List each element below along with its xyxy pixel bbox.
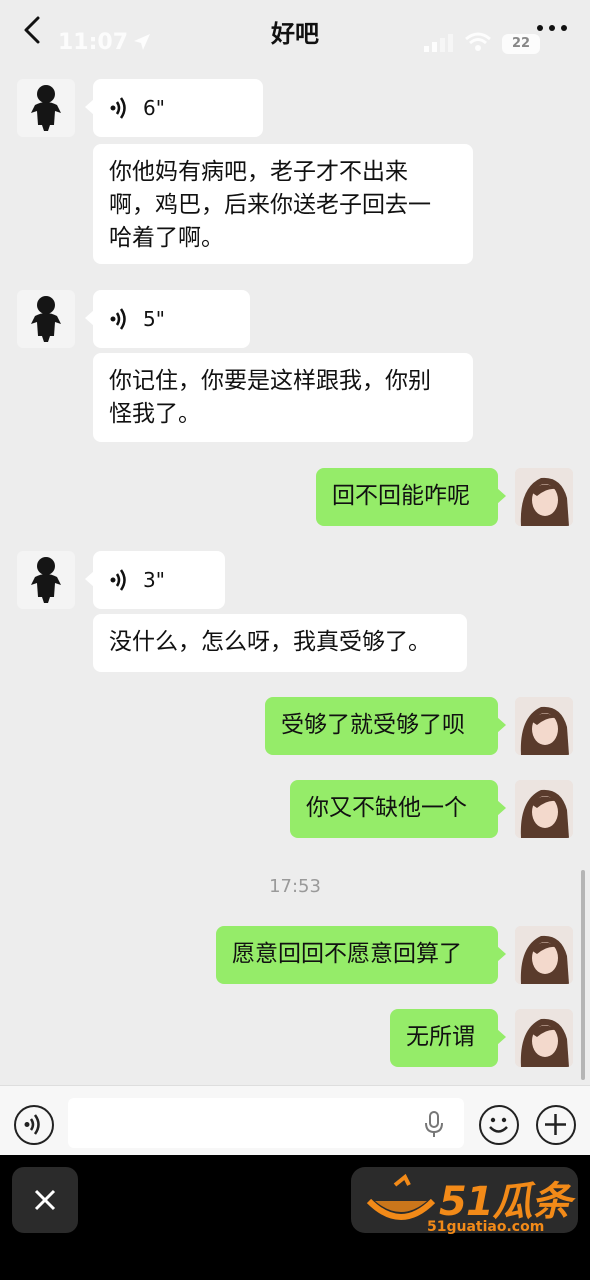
outgoing-message[interactable]: 受够了就受够了呗 [265,697,506,755]
message-line: 怪我了。 [109,401,201,427]
watermark: 51瓜条 51guatiao.com [365,1169,575,1241]
emoji-button[interactable] [479,1105,519,1145]
user-avatar[interactable] [515,697,573,755]
incoming-message[interactable]: 你记住，你要是这样跟我，你别 怪我了。 [93,353,473,442]
voice-duration: 6" [143,95,165,120]
user-portrait-avatar-icon [515,697,573,755]
chevron-left-icon [24,16,40,44]
message-text: 你又不缺他一个 [306,795,467,821]
outgoing-message[interactable]: 你又不缺他一个 [290,780,506,838]
plus-icon [545,1114,566,1135]
message-text: 受够了就受够了呗 [281,712,465,738]
voice-input-toggle[interactable] [14,1105,54,1145]
message-text: 回不回能咋呢 [332,483,470,509]
voice-duration: 5" [143,306,165,331]
message-text: 无所谓 [406,1024,475,1050]
voice-message[interactable]: 3" [85,551,225,609]
bottom-overlay-bar: 51瓜条 51guatiao.com [0,1155,590,1280]
user-portrait-avatar-icon [515,1009,573,1067]
message-text: 没什么，怎么呀，我真受够了。 [109,629,431,655]
user-avatar[interactable] [515,926,573,984]
close-icon [34,1189,56,1211]
voice-message[interactable]: 6" [85,79,263,137]
incoming-message[interactable]: 没什么，怎么呀，我真受够了。 [93,614,467,672]
voice-duration: 3" [143,567,165,592]
more-options-button[interactable] [535,18,569,38]
wifi-icon [465,32,491,51]
message-line: 你他妈有病吧，老子才不出来 [109,159,408,185]
contact-avatar[interactable] [17,79,75,137]
status-time: 11:07 [58,30,129,55]
message-text: 愿意回回不愿意回算了 [232,941,462,967]
user-avatar[interactable] [515,780,573,838]
close-button[interactable] [12,1167,78,1233]
message-timestamp: 17:53 [269,876,321,897]
user-portrait-avatar-icon [515,780,573,838]
outgoing-message[interactable]: 愿意回回不愿意回算了 [216,926,506,984]
contact-avatar[interactable] [17,551,75,609]
smiley-icon [489,1117,508,1133]
user-portrait-avatar-icon [515,468,573,526]
dark-figure-avatar-icon [31,557,61,603]
signal-icon [424,34,453,52]
watermark-url: 51guatiao.com [427,1219,545,1235]
user-avatar[interactable] [515,468,573,526]
more-functions-button[interactable] [536,1105,576,1145]
voice-wave-icon [110,97,126,119]
contact-avatar[interactable] [17,290,75,348]
chat-header: 好吧 11:07 22 [0,0,590,60]
incoming-message[interactable]: 你他妈有病吧，老子才不出来 啊，鸡巴，后来你送老子回去一 哈着了啊。 [93,144,473,264]
chat-scrollbar[interactable] [581,870,585,1080]
outgoing-message[interactable]: 回不回能咋呢 [316,468,506,526]
message-line: 啊，鸡巴，后来你送老子回去一 [109,192,431,218]
message-input[interactable] [68,1098,464,1148]
voice-message[interactable]: 5" [85,290,250,348]
microphone-icon[interactable] [424,1111,444,1139]
message-line: 哈着了啊。 [109,225,224,251]
input-bar [0,1085,590,1155]
location-arrow-icon [134,34,150,50]
outgoing-message[interactable]: 无所谓 [390,1009,506,1067]
voice-wave-icon [110,308,126,330]
back-button[interactable] [18,12,48,48]
voice-wave-icon [110,569,126,591]
user-avatar[interactable] [515,1009,573,1067]
dark-figure-avatar-icon [31,296,61,342]
user-portrait-avatar-icon [515,926,573,984]
message-line: 你记住，你要是这样跟我，你别 [109,368,431,394]
voice-wave-icon [24,1114,40,1135]
more-dots-icon [537,25,567,31]
dark-figure-avatar-icon [31,85,61,131]
